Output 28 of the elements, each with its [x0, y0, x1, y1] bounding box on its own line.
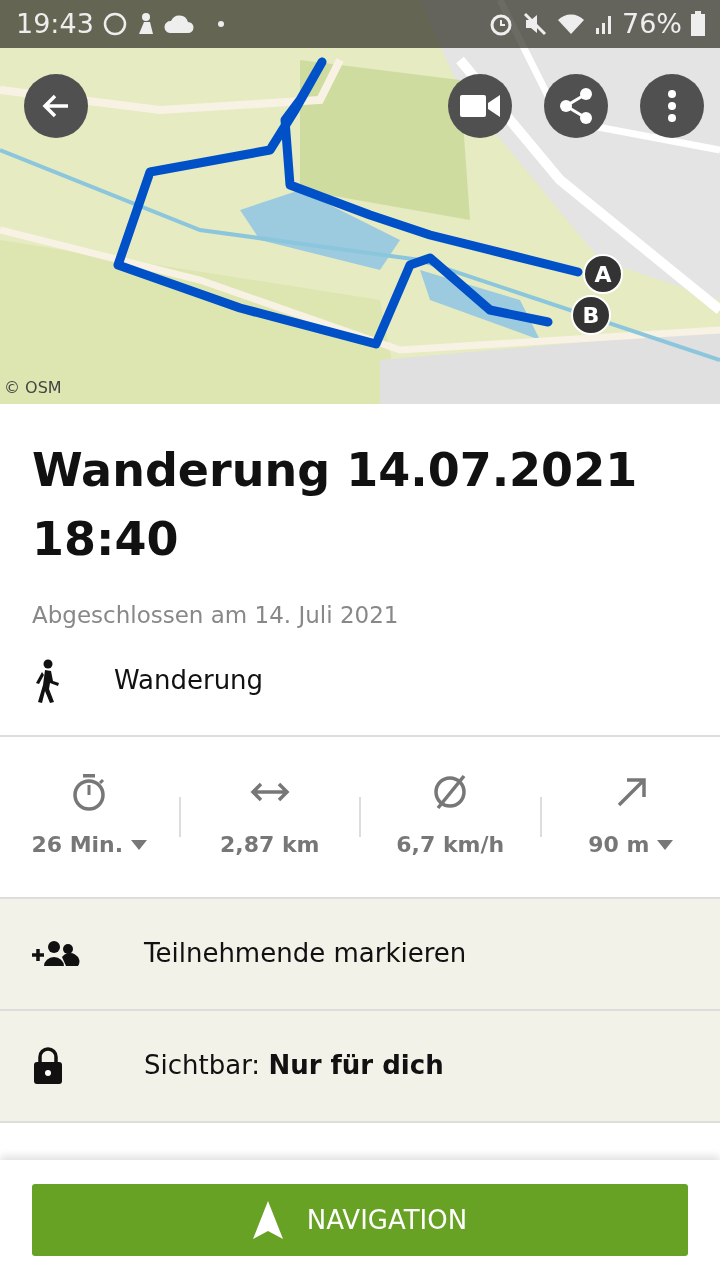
navigation-arrow-icon [252, 1201, 283, 1239]
route-marker: B [571, 295, 611, 335]
map-attribution: © OSM [4, 377, 62, 399]
clock: 19:43 [16, 6, 94, 41]
cloud-sync-icon [163, 13, 194, 35]
stat-value: 90 m [588, 831, 650, 859]
wifi-icon [556, 12, 586, 36]
stat-value: 2,87 km [220, 831, 320, 859]
share-icon [558, 87, 594, 125]
action-row[interactable]: Teilnehmende markieren [0, 898, 720, 1011]
action-label: Teilnehmende markieren [144, 937, 467, 970]
mute-icon [522, 11, 548, 37]
stat-value: 6,7 km/h [396, 831, 505, 859]
action-label: Sichtbar: Nur für dich [144, 1049, 444, 1082]
activity-type: Wanderung [114, 664, 264, 697]
battery-icon [690, 11, 706, 37]
video-camera-icon [460, 93, 500, 119]
padlock-icon [32, 1046, 64, 1085]
battery-percent: 76% [622, 6, 682, 41]
dropdown-caret-icon[interactable] [657, 839, 674, 850]
stat-value: 26 Min. [31, 831, 124, 859]
dot-icon [217, 21, 224, 27]
route-marker: A [583, 254, 623, 294]
activity-title: Wanderung 14.07.2021 18:40 [32, 442, 639, 568]
dropdown-caret-icon[interactable] [131, 839, 148, 850]
completion-date: Abgeschlossen am 14. Juli 2021 [32, 601, 400, 630]
more-icon [667, 89, 677, 123]
action-row[interactable]: Sichtbar: Nur für dich [0, 1010, 720, 1123]
